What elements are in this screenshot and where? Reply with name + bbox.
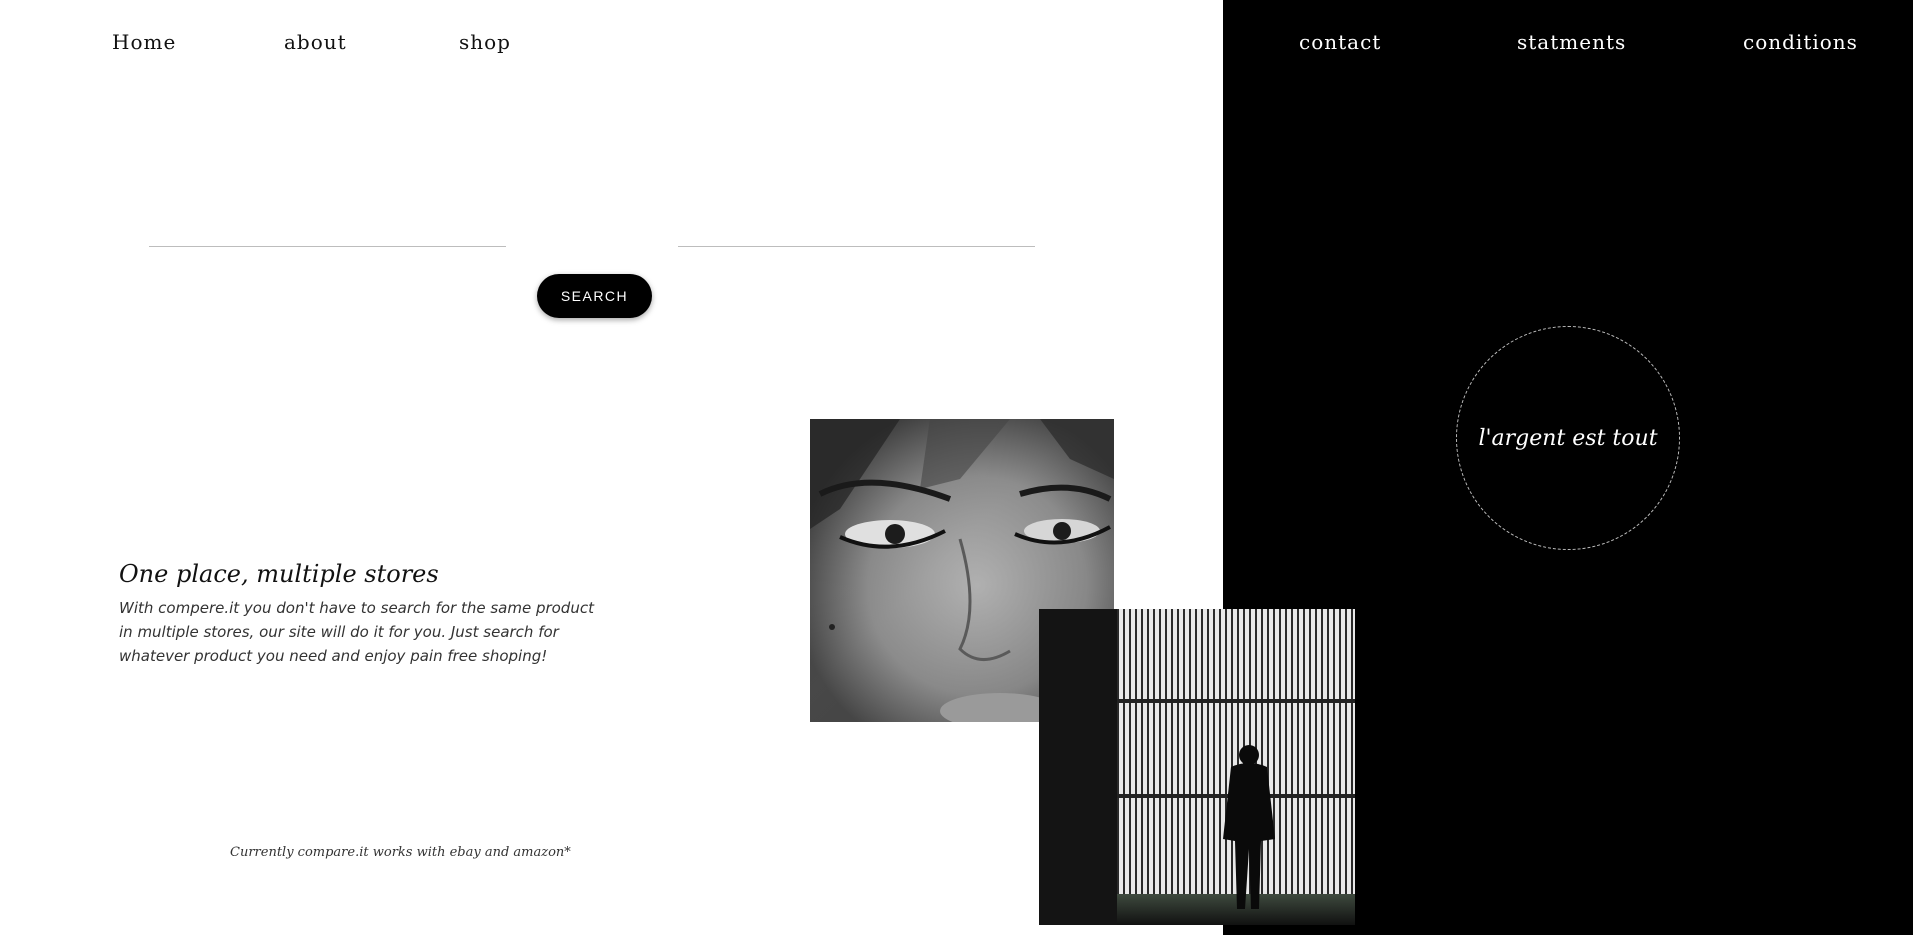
nav-about-link[interactable]: about [284,30,347,54]
supported-stores-note: Currently compare.it works with ebay and… [230,845,571,860]
search-input-left[interactable] [149,246,506,247]
nav-home-link[interactable]: Home [112,30,176,54]
motto-text: l'argent est tout [1478,425,1658,451]
tagline-body: With compere.it you don't have to search… [119,599,594,665]
motto-badge: l'argent est tout [1456,326,1680,550]
nav-statments-link[interactable]: statments [1517,30,1626,54]
nav-contact-link[interactable]: contact [1299,30,1381,54]
nav-shop-link[interactable]: shop [459,30,511,54]
search-button[interactable]: SEARCH [537,274,652,318]
nav-conditions-link[interactable]: conditions [1743,30,1858,54]
silhouette-photo-image [1039,609,1355,925]
tagline-heading: One place, multiple stores [119,560,439,588]
search-input-right[interactable] [678,246,1035,247]
